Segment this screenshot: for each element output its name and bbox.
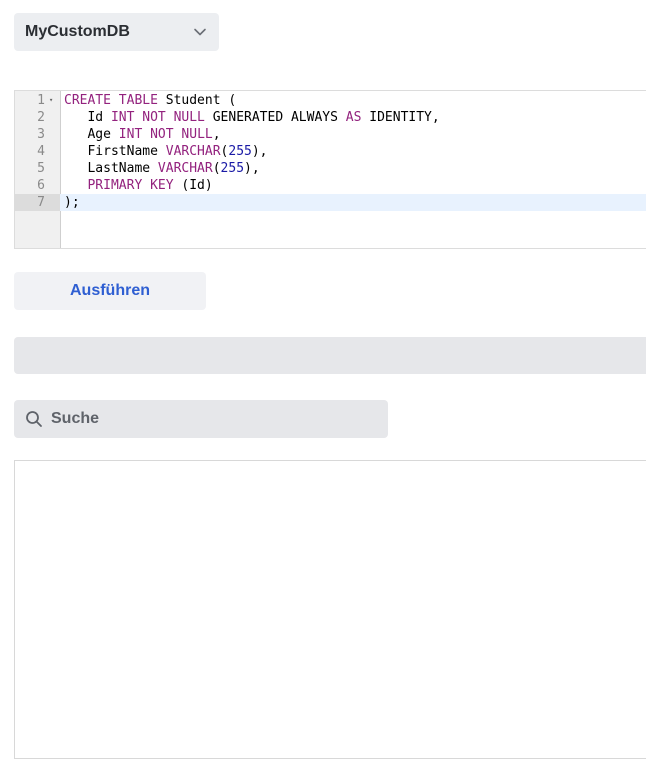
search-field[interactable]: [14, 400, 388, 438]
sql-text: LastName: [64, 161, 158, 176]
code-text: LastName VARCHAR(255),: [64, 160, 260, 177]
database-select[interactable]: MyCustomDB: [14, 13, 219, 51]
line-number: 3: [37, 127, 45, 142]
code-text: CREATE TABLE Student (: [64, 92, 236, 109]
search-input[interactable]: [51, 410, 351, 428]
code-text: Age INT NOT NULL,: [64, 126, 221, 143]
sql-keyword: VARCHAR: [165, 144, 221, 159]
chevron-down-icon: [193, 25, 207, 39]
code-line[interactable]: 4 FirstName VARCHAR(255),: [15, 143, 646, 160]
sql-number: 255: [220, 161, 245, 176]
sql-text: (Id): [173, 178, 213, 193]
execute-button[interactable]: Ausführen: [14, 272, 206, 310]
line-number: 4: [37, 144, 45, 159]
sql-text: ,: [212, 127, 221, 142]
sql-keyword: AS: [345, 110, 362, 125]
code-line[interactable]: 7);: [15, 194, 646, 211]
sql-text: (: [212, 161, 221, 176]
code-line[interactable]: 1 ▾ CREATE TABLE Student (: [15, 92, 646, 109]
code-text: PRIMARY KEY (Id): [64, 177, 213, 194]
sql-keyword: INT NOT NULL: [118, 127, 213, 142]
results-panel: [14, 460, 646, 759]
code-text: );: [64, 194, 80, 211]
code-line[interactable]: 5 LastName VARCHAR(255),: [15, 160, 646, 177]
editor-code-lines: 1 ▾ CREATE TABLE Student (2 Id INT NOT NUL…: [15, 92, 646, 211]
code-line[interactable]: 3 Age INT NOT NULL,: [15, 126, 646, 143]
fold-arrow-icon[interactable]: ▾: [49, 92, 57, 109]
sql-text: ),: [244, 161, 260, 176]
result-status-bar: [14, 337, 646, 374]
line-number: 7: [15, 194, 60, 211]
sql-code-editor[interactable]: 1 ▾ CREATE TABLE Student (2 Id INT NOT NUL…: [14, 90, 646, 249]
sql-text: GENERATED ALWAYS: [204, 110, 346, 125]
code-line[interactable]: 2 Id INT NOT NULL GENERATED ALWAYS AS ID…: [15, 109, 646, 126]
line-number: 6: [37, 178, 45, 193]
line-number: 2: [37, 110, 45, 125]
sql-keyword: PRIMARY KEY: [87, 178, 174, 193]
sql-text: ),: [251, 144, 268, 159]
sql-text: IDENTITY,: [361, 110, 440, 125]
sql-keyword: INT NOT NULL: [110, 110, 205, 125]
database-select-value: MyCustomDB: [25, 23, 130, 40]
sql-text: );: [64, 195, 80, 210]
code-text: Id INT NOT NULL GENERATED ALWAYS AS IDEN…: [64, 109, 440, 126]
sql-keyword: CREATE TABLE: [64, 93, 158, 108]
search-icon: [25, 410, 43, 428]
sql-text: Id: [64, 110, 111, 125]
line-number: 5: [37, 161, 45, 176]
sql-keyword: VARCHAR: [157, 161, 213, 176]
code-text: FirstName VARCHAR(255),: [64, 143, 268, 160]
code-line[interactable]: 6 PRIMARY KEY (Id): [15, 177, 646, 194]
sql-text: Student (: [157, 93, 237, 108]
sql-number: 255: [228, 144, 252, 159]
sql-text: Age: [64, 127, 119, 142]
sql-text: FirstName: [64, 144, 166, 159]
